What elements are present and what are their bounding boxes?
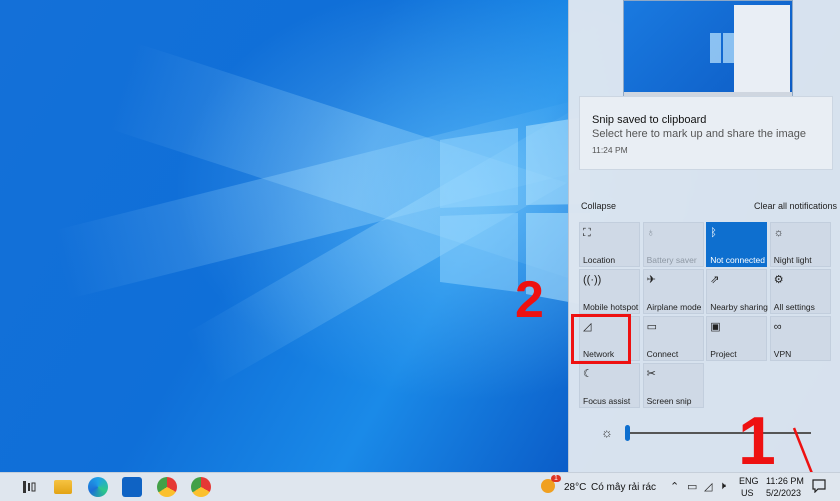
tile-location[interactable]: ⛶ Location xyxy=(579,222,640,267)
tile-vpn[interactable]: ∞ VPN xyxy=(769,316,831,361)
weather-temperature[interactable]: 28°C xyxy=(564,482,586,493)
action-center-notification-icon[interactable] xyxy=(812,479,826,493)
night-light-icon: ☼ xyxy=(773,227,784,239)
language-code[interactable]: ENG xyxy=(739,476,759,486)
taskbar: 1 28°C Có mây rải rác ⌃ ▭ ◿ 🕨 ENG US 11:… xyxy=(0,472,840,501)
brightness-slider[interactable]: ☼ xyxy=(599,422,819,442)
mini-action-center xyxy=(734,5,790,93)
tile-all-settings[interactable]: ⚙ All settings xyxy=(769,269,831,314)
tile-label: Mobile hotspot xyxy=(583,302,639,312)
bluetooth-icon: ᛒ xyxy=(710,227,717,239)
file-explorer-icon[interactable] xyxy=(54,480,72,494)
settings-icon: ⚙ xyxy=(773,274,784,286)
tile-label: Airplane mode xyxy=(646,302,702,312)
notification-time: 11:24 PM xyxy=(592,145,628,155)
connect-icon: ▭ xyxy=(646,321,657,333)
focus-assist-icon: ☾ xyxy=(583,368,593,380)
nearby-sharing-icon: ⇗ xyxy=(710,274,720,286)
tile-connect[interactable]: ▭ Connect xyxy=(642,316,704,361)
notification-title: Snip saved to clipboard xyxy=(592,114,707,126)
language-region[interactable]: US xyxy=(741,488,754,498)
battery-icon[interactable]: ▭ xyxy=(687,480,697,493)
tile-label: Nearby sharing xyxy=(710,302,768,312)
task-view-icon[interactable] xyxy=(22,480,36,494)
network-highlight-box xyxy=(571,314,631,364)
location-icon: ⛶ xyxy=(583,227,591,239)
clock-date[interactable]: 5/2/2023 xyxy=(766,488,801,498)
notification-body: Select here to mark up and share the ima… xyxy=(592,128,807,140)
tile-night-light[interactable]: ☼ Night light xyxy=(769,222,831,267)
tile-screen-snip[interactable]: ✂ Screen snip xyxy=(642,363,704,408)
tile-label: All settings xyxy=(773,302,815,312)
network-tray-icon[interactable]: ◿ xyxy=(704,480,712,493)
tile-label: Night light xyxy=(773,255,812,265)
tile-not-connected[interactable]: ᛒ Not connected xyxy=(706,222,768,267)
step-1-annotation: 1 xyxy=(738,403,776,479)
tile-label: Connect xyxy=(646,349,679,359)
mini-windows-logo xyxy=(710,33,734,63)
tile-nearby-sharing[interactable]: ⇗ Nearby sharing xyxy=(706,269,768,314)
battery-saver-icon: ♁ xyxy=(646,227,655,239)
tile-project[interactable]: ▣ Project xyxy=(706,316,768,361)
project-icon: ▣ xyxy=(710,321,721,333)
brightness-icon: ☼ xyxy=(601,425,613,440)
volume-icon[interactable]: 🕨 xyxy=(719,480,726,493)
tile-mobile-hotspot[interactable]: ((·)) Mobile hotspot xyxy=(579,269,640,314)
step-2-annotation: 2 xyxy=(515,271,544,329)
snip-preview-thumbnail[interactable] xyxy=(623,0,793,98)
clock-time[interactable]: 11:26 PM xyxy=(766,476,804,486)
tile-label: Battery saver xyxy=(646,255,697,265)
tile-label: VPN xyxy=(773,349,792,359)
tile-battery-saver[interactable]: ♁ Battery saver xyxy=(642,222,704,267)
tile-label: Project xyxy=(710,349,737,359)
brightness-thumb[interactable] xyxy=(625,425,630,441)
outlook-icon[interactable] xyxy=(122,477,142,497)
action-center-panel: Snip saved to clipboard Select here to m… xyxy=(568,0,840,472)
weather-description[interactable]: Có mây rải rác xyxy=(591,482,656,493)
show-hidden-icons-chevron-icon[interactable]: ⌃ xyxy=(670,480,679,493)
edge-browser-icon[interactable] xyxy=(88,477,108,497)
tile-airplane-mode[interactable]: ✈ Airplane mode xyxy=(642,269,704,314)
tile-focus-assist[interactable]: ☾ Focus assist xyxy=(579,363,640,408)
chrome-profile-icon[interactable] xyxy=(191,477,211,497)
brightness-track xyxy=(627,432,811,434)
collapse-link[interactable]: Collapse xyxy=(581,201,616,211)
snip-notification-card[interactable]: Snip saved to clipboard Select here to m… xyxy=(579,96,833,170)
vpn-icon: ∞ xyxy=(773,321,782,333)
tile-label: Focus assist xyxy=(583,396,631,406)
airplane-icon: ✈ xyxy=(646,274,656,286)
tile-label: Screen snip xyxy=(646,396,692,406)
screen-snip-icon: ✂ xyxy=(646,368,656,380)
weather-badge: 1 xyxy=(551,475,561,482)
mobile-hotspot-icon: ((·)) xyxy=(583,274,602,286)
chrome-icon[interactable] xyxy=(157,477,177,497)
tile-label: Not connected xyxy=(710,255,766,265)
tile-label: Location xyxy=(583,255,616,265)
clear-all-notifications-link[interactable]: Clear all notifications xyxy=(754,201,837,211)
